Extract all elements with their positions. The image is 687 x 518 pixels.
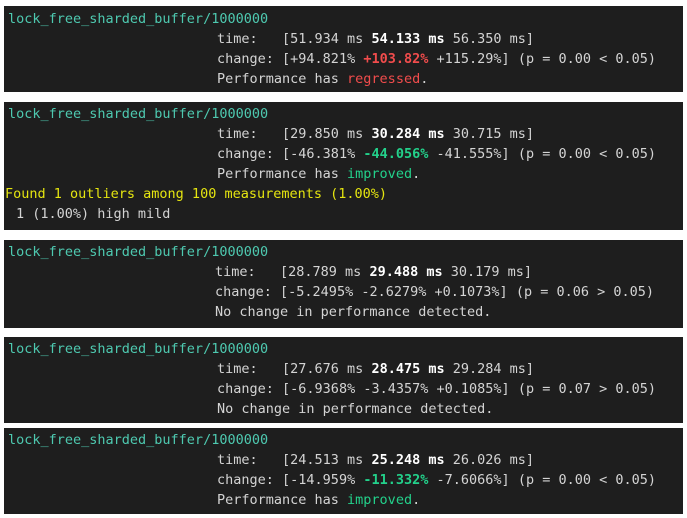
verdict-line: Performance has regressed. — [4, 69, 683, 89]
time-low: 29.850 ms — [290, 126, 364, 142]
time-mid: 25.248 ms — [371, 452, 445, 468]
verdict-suffix: . — [412, 492, 421, 508]
p-value: (p = 0.00 < 0.05) — [517, 472, 656, 488]
time-low: 51.934 ms — [290, 31, 364, 47]
p-value: (p = 0.06 > 0.05) — [515, 284, 654, 300]
time-label: time: — [215, 264, 256, 280]
verdict-word: regressed — [347, 71, 421, 87]
change-label: change: — [215, 284, 272, 300]
change-label: change: — [217, 146, 274, 162]
time-line: time: [28.789 ms 29.488 ms 30.179 ms] — [215, 264, 533, 280]
change-label: change: — [217, 472, 274, 488]
time-mid: 28.475 ms — [371, 361, 445, 377]
change-high: +0.1085% — [436, 381, 502, 397]
change-line: change: [-5.2495% -2.6279% +0.1073%] (p … — [215, 284, 654, 300]
benchmark-name: lock_free_sharded_buffer/1000000 — [8, 244, 269, 260]
time-line: time: [24.513 ms 25.248 ms 26.026 ms] — [217, 452, 535, 468]
p-value: (p = 0.00 < 0.05) — [517, 146, 656, 162]
benchmark-name: lock_free_sharded_buffer/1000000 — [8, 11, 269, 27]
benchmark-result-4: lock_free_sharded_buffer/1000000 time: [… — [4, 337, 683, 423]
verdict-prefix: Performance has — [217, 71, 348, 87]
benchmark-result-2: lock_free_sharded_buffer/1000000 time: [… — [4, 102, 683, 230]
benchmark-name: lock_free_sharded_buffer/1000000 — [8, 341, 269, 357]
verdict-word: improved — [347, 492, 413, 508]
change-high: +115.29% — [436, 51, 502, 67]
p-value: (p = 0.07 > 0.05) — [517, 381, 656, 397]
change-high: +0.1073% — [434, 284, 500, 300]
change-line: change: [-6.9368% -3.4357% +0.1085%] (p … — [217, 381, 656, 397]
time-label: time: — [217, 452, 258, 468]
change-line: change: [+94.821% +103.82% +115.29%] (p … — [217, 51, 656, 67]
verdict-line: No change in performance detected. — [217, 401, 494, 417]
verdict-suffix: . — [412, 166, 421, 182]
change-line: change: [-46.381% -44.056% -41.555%] (p … — [217, 146, 656, 162]
change-mid: -44.056% — [363, 146, 429, 162]
benchmark-result-3: lock_free_sharded_buffer/1000000 time: [… — [4, 240, 683, 328]
change-low: -6.9368% — [290, 381, 356, 397]
outlier-detail-text: 1 (1.00%) high mild — [16, 206, 171, 222]
change-label: change: — [217, 381, 274, 397]
change-mid: -3.4357% — [363, 381, 429, 397]
verdict-prefix: Performance has — [217, 166, 348, 182]
time-high: 30.179 ms — [450, 264, 524, 280]
change-line: change: [-14.959% -11.332% -7.6066%] (p … — [217, 472, 656, 488]
benchmark-name: lock_free_sharded_buffer/1000000 — [8, 106, 269, 122]
benchmark-name: lock_free_sharded_buffer/1000000 — [8, 432, 269, 448]
time-label: time: — [217, 31, 258, 47]
verdict-prefix: Performance has — [217, 492, 348, 508]
time-mid: 54.133 ms — [371, 31, 445, 47]
benchmark-result-1: lock_free_sharded_buffer/1000000 time: [… — [4, 6, 683, 92]
time-line: time: [51.934 ms 54.133 ms 56.350 ms] — [217, 31, 535, 47]
time-high: 26.026 ms — [452, 452, 526, 468]
change-high: -41.555% — [436, 146, 502, 162]
time-label: time: — [217, 361, 258, 377]
time-high: 30.715 ms — [452, 126, 526, 142]
change-low: +94.821% — [290, 51, 356, 67]
change-mid: -2.6279% — [361, 284, 427, 300]
time-high: 29.284 ms — [452, 361, 526, 377]
change-low: -5.2495% — [288, 284, 354, 300]
time-mid: 29.488 ms — [369, 264, 443, 280]
time-line: time: [29.850 ms 30.284 ms 30.715 ms] — [217, 126, 535, 142]
time-low: 28.789 ms — [288, 264, 362, 280]
change-high: -7.6066% — [436, 472, 502, 488]
change-mid: +103.82% — [363, 51, 429, 67]
time-line: time: [27.676 ms 28.475 ms 29.284 ms] — [217, 361, 535, 377]
outlier-detail: 1 (1.00%) high mild — [4, 204, 683, 224]
time-low: 24.513 ms — [290, 452, 364, 468]
time-label: time: — [217, 126, 258, 142]
change-low: -14.959% — [290, 472, 356, 488]
change-mid: -11.332% — [363, 472, 429, 488]
verdict-line: Performance has improved. — [4, 164, 683, 184]
change-label: change: — [217, 51, 274, 67]
verdict-line: Performance has improved. — [4, 490, 683, 510]
verdict-word: improved — [347, 166, 413, 182]
verdict-suffix: . — [420, 71, 429, 87]
time-low: 27.676 ms — [290, 361, 364, 377]
time-high: 56.350 ms — [452, 31, 526, 47]
p-value: (p = 0.00 < 0.05) — [517, 51, 656, 67]
benchmark-result-5: lock_free_sharded_buffer/1000000 time: [… — [4, 428, 683, 514]
change-low: -46.381% — [290, 146, 356, 162]
outliers-summary: Found 1 outliers among 100 measurements … — [5, 186, 388, 202]
verdict-line: No change in performance detected. — [215, 304, 492, 320]
time-mid: 30.284 ms — [371, 126, 445, 142]
